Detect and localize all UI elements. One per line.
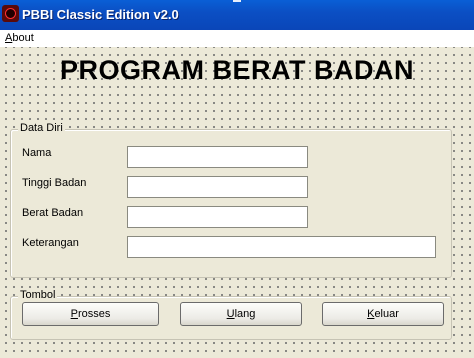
berat-badan-label: Berat Badan [22, 207, 84, 219]
nama-label: Nama [22, 147, 52, 159]
ulang-button[interactable]: Ulang [180, 302, 302, 326]
tombol-label: Tombol [18, 289, 58, 301]
window-title: PBBI Classic Edition v2.0 [22, 7, 179, 22]
menu-about[interactable]: About [5, 32, 34, 44]
keluar-button[interactable]: Keluar [322, 302, 444, 326]
keterangan-input[interactable] [127, 236, 436, 258]
data-diri-label: Data Diri [18, 122, 65, 134]
tinggi-badan-input[interactable] [127, 176, 308, 198]
app-logo-icon[interactable] [2, 5, 19, 22]
prosses-button[interactable]: Prosses [22, 302, 159, 326]
tinggi-badan-label: Tinggi Badan [22, 177, 87, 189]
berat-badan-input[interactable] [127, 206, 308, 228]
nama-input[interactable] [127, 146, 308, 168]
titlebar-highlight [233, 0, 241, 2]
title-bar[interactable]: PBBI Classic Edition v2.0 [0, 0, 474, 30]
page-heading: PROGRAM BERAT BADAN [60, 55, 414, 85]
menu-bar: About [0, 30, 474, 47]
keterangan-label: Keterangan [22, 237, 79, 249]
